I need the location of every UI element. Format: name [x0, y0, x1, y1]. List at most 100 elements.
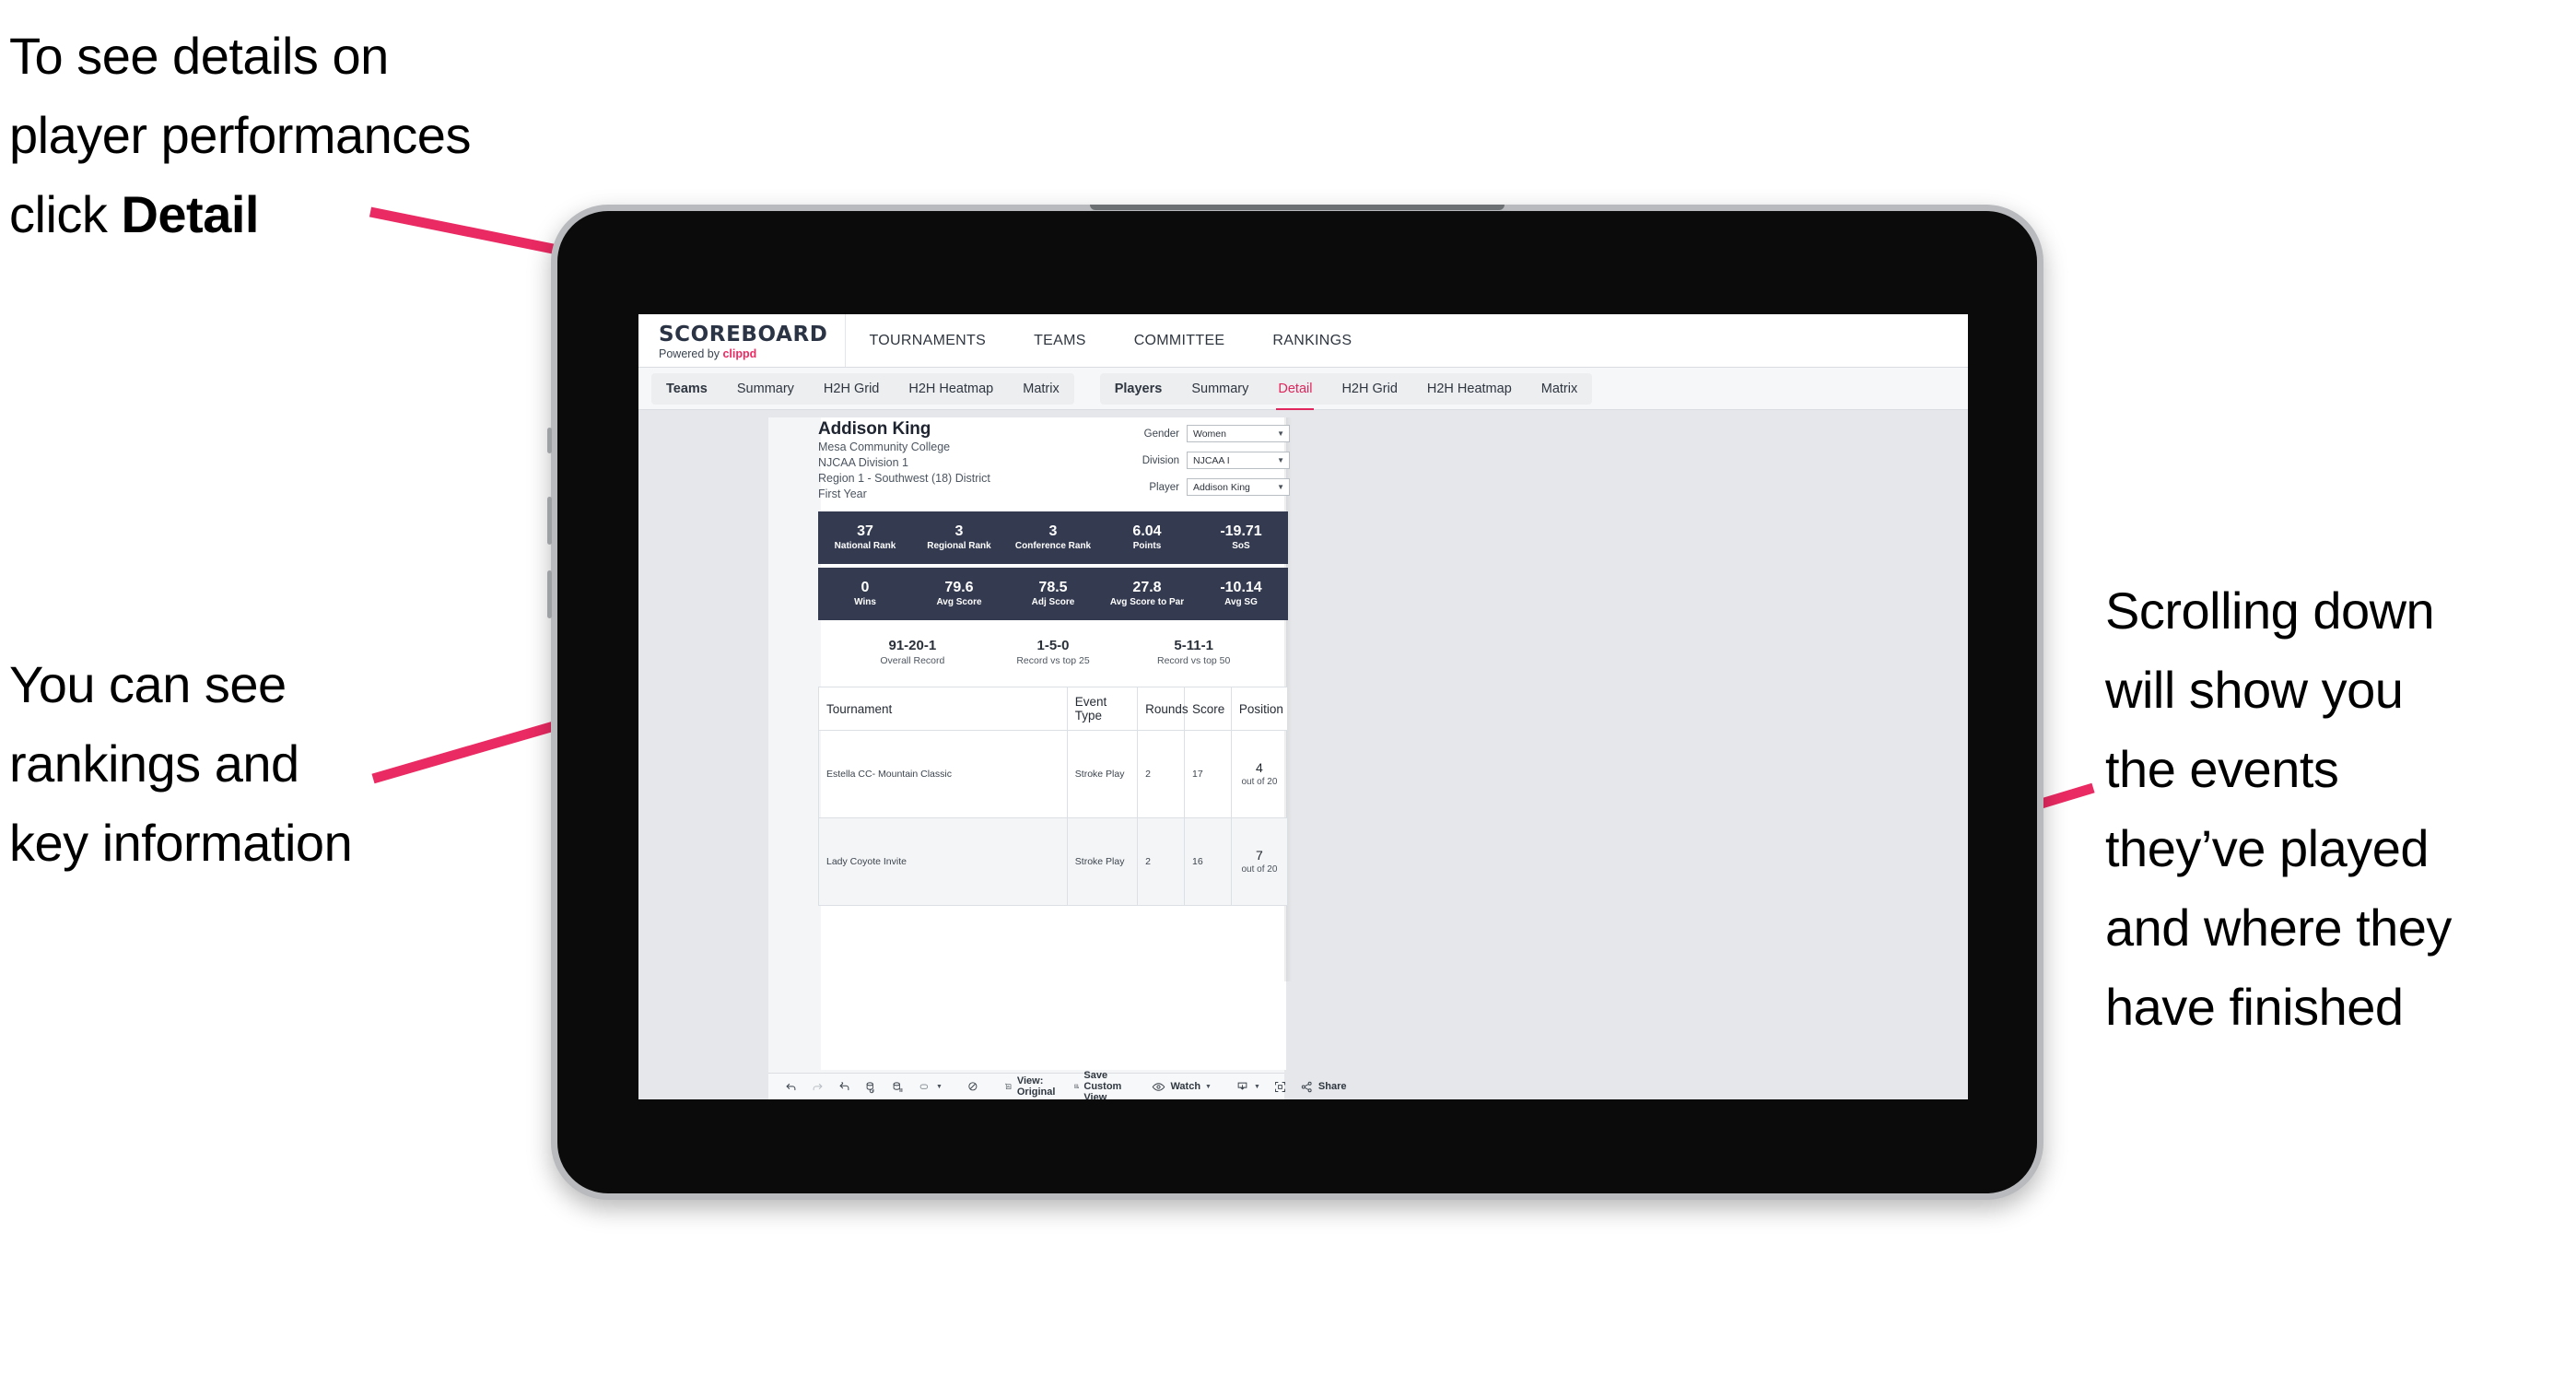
column-header-score[interactable]: Score [1184, 687, 1232, 731]
stat-avg-score-to-par-value: 27.8 [1132, 580, 1162, 595]
stat-avg-score-label: Avg Score [936, 597, 982, 607]
workbook-toolbar: ▼ View: Original Save Custom View Watch … [768, 1070, 1347, 1100]
stat-conference-rank-value: 3 [1048, 523, 1058, 539]
filter-gender-value: Women [1193, 428, 1226, 440]
chevron-down-icon: ▼ [1277, 429, 1284, 438]
watch-button[interactable]: Watch ▼ [1145, 1074, 1218, 1100]
dashboard-canvas: Gender Women ▼ Division NJCAA I ▼ Player… [638, 410, 1968, 1099]
stat-sos-value: -19.71 [1220, 523, 1262, 539]
screenshot-root: To see details on player performances cl… [0, 0, 2576, 1386]
cell-position-outof: out of 20 [1241, 863, 1278, 875]
stat-avg-sg-value: -10.14 [1220, 580, 1262, 595]
cell-position: 7 out of 20 [1230, 817, 1289, 906]
tab-teams-summary[interactable]: Summary [722, 373, 809, 405]
app-header: SCOREBOARD Powered by clippd TOURNAMENTS… [638, 314, 1968, 368]
stat-avg-score-value: 79.6 [944, 580, 974, 595]
save-custom-view-button[interactable]: Save Custom View [1067, 1070, 1135, 1099]
table-row[interactable]: Lady Coyote Invite Stroke Play 2 16 7 ou… [818, 817, 1289, 906]
revert-button[interactable] [831, 1074, 858, 1100]
tab-players-h2h-heatmap[interactable]: H2H Heatmap [1412, 373, 1527, 405]
refresh-data-source-icon[interactable] [858, 1074, 884, 1100]
record-top50: 5-11-1 Record vs top 50 [1123, 637, 1264, 668]
teams-tab-group: Teams Summary H2H Grid H2H Heatmap Matri… [651, 372, 1074, 405]
undo-button[interactable] [778, 1074, 804, 1100]
stat-conference-rank-label: Conference Rank [1014, 541, 1092, 551]
column-header-position[interactable]: Position [1230, 687, 1289, 731]
stat-sos-label: SoS [1232, 541, 1250, 551]
filter-gender: Gender Women ▼ [1128, 425, 1290, 442]
top-navigation: TOURNAMENTS TEAMS COMMITTEE RANKINGS [846, 314, 1376, 367]
stat-sos: -19.71 SoS [1194, 523, 1288, 553]
stat-avg-score-to-par: 27.8 Avg Score to Par [1100, 579, 1194, 609]
stat-national-rank: 37 National Rank [818, 523, 912, 553]
column-header-tournament[interactable]: Tournament [818, 687, 1068, 731]
fullscreen-button[interactable] [1267, 1074, 1294, 1100]
stat-national-rank-label: National Rank [834, 541, 896, 551]
filter-division-label: Division [1142, 454, 1179, 466]
brand-subtitle: Powered by clippd [659, 347, 828, 360]
stat-regional-rank-value: 3 [954, 523, 964, 539]
filter-gender-select[interactable]: Women ▼ [1187, 425, 1290, 442]
cell-position-outof: out of 20 [1241, 776, 1278, 787]
stats-bar-scoring: 0 Wins 79.6 Avg Score 78.5 Adj Score 27.… [818, 568, 1288, 620]
record-overall-label: Overall Record [880, 655, 945, 666]
tab-teams-h2h-grid[interactable]: H2H Grid [809, 373, 894, 405]
stat-avg-score-to-par-label: Avg Score to Par [1109, 597, 1185, 607]
chevron-down-icon: ▼ [1277, 482, 1284, 491]
watch-label: Watch [1170, 1081, 1201, 1092]
column-header-rounds[interactable]: Rounds [1137, 687, 1188, 731]
pan-tool-icon[interactable]: ▼ [911, 1074, 949, 1100]
filter-gender-label: Gender [1143, 428, 1179, 440]
nav-item-teams[interactable]: TEAMS [1010, 314, 1110, 367]
annotation-rankings: You can see rankings and key information [9, 655, 353, 872]
view-original-button[interactable]: View: Original [998, 1074, 1067, 1100]
brand-powered-prefix: Powered by [659, 347, 723, 360]
players-tab-group: Players Summary Detail H2H Grid H2H Heat… [1099, 372, 1593, 411]
records-row: 91-20-1 Overall Record 1-5-0 Record vs t… [818, 637, 1288, 668]
tab-teams-matrix[interactable]: Matrix [1008, 373, 1073, 405]
table-header-row: Tournament Event Type Rounds Score Posit… [818, 687, 1289, 731]
record-top25-label: Record vs top 25 [1016, 655, 1090, 666]
tab-teams-h2h-heatmap[interactable]: H2H Heatmap [894, 373, 1008, 405]
tab-players-detail[interactable]: Detail [1263, 373, 1327, 411]
tab-players-summary[interactable]: Summary [1177, 373, 1263, 405]
table-row[interactable]: Estella CC- Mountain Classic Stroke Play… [818, 730, 1289, 818]
filter-panel: Gender Women ▼ Division NJCAA I ▼ Player… [1128, 425, 1290, 505]
save-custom-view-label: Save Custom View [1083, 1070, 1122, 1099]
share-button[interactable]: Share [1294, 1074, 1353, 1100]
player-detail-content: Gender Women ▼ Division NJCAA I ▼ Player… [818, 419, 1290, 906]
pause-data-source-icon[interactable] [884, 1074, 911, 1100]
record-top25: 1-5-0 Record vs top 25 [983, 637, 1124, 668]
tab-players-matrix[interactable]: Matrix [1527, 373, 1592, 405]
filter-division-select[interactable]: NJCAA I ▼ [1187, 452, 1290, 469]
record-top50-label: Record vs top 50 [1156, 655, 1231, 666]
cell-rounds: 2 [1137, 817, 1186, 906]
chevron-down-icon: ▼ [1205, 1083, 1212, 1090]
filter-division-value: NJCAA I [1193, 454, 1230, 466]
nav-item-committee[interactable]: COMMITTEE [1110, 314, 1249, 367]
download-button[interactable]: ▼ [1229, 1074, 1267, 1100]
filter-division: Division NJCAA I ▼ [1128, 452, 1290, 469]
nav-item-tournaments[interactable]: TOURNAMENTS [846, 314, 1011, 367]
tablet-device-frame: SCOREBOARD Powered by clippd TOURNAMENTS… [547, 205, 2043, 1200]
tab-players[interactable]: Players [1100, 373, 1177, 405]
stat-avg-sg: -10.14 Avg SG [1194, 579, 1288, 609]
redo-button[interactable] [804, 1074, 831, 1100]
filter-player-select[interactable]: Addison King ▼ [1187, 478, 1290, 496]
cell-score: 16 [1184, 817, 1232, 906]
column-header-event-type[interactable]: Event Type [1066, 687, 1139, 731]
cell-rounds: 2 [1137, 730, 1186, 818]
cell-position: 4 out of 20 [1230, 730, 1289, 818]
stat-points: 6.04 Points [1100, 523, 1194, 553]
nav-item-rankings[interactable]: RANKINGS [1248, 314, 1376, 367]
brand-clippd: clippd [722, 347, 757, 360]
tab-teams[interactable]: Teams [651, 373, 722, 405]
tab-players-h2h-grid[interactable]: H2H Grid [1327, 373, 1411, 405]
stat-adj-score-label: Adj Score [1031, 597, 1075, 607]
stat-points-label: Points [1132, 541, 1162, 551]
highlight-tool-icon[interactable] [960, 1074, 987, 1100]
filter-player-label: Player [1149, 481, 1179, 493]
chevron-down-icon: ▼ [1253, 1083, 1260, 1090]
brand-logo[interactable]: SCOREBOARD Powered by clippd [638, 314, 846, 367]
stats-bar-rankings: 37 National Rank 3 Regional Rank 3 Confe… [818, 511, 1288, 564]
